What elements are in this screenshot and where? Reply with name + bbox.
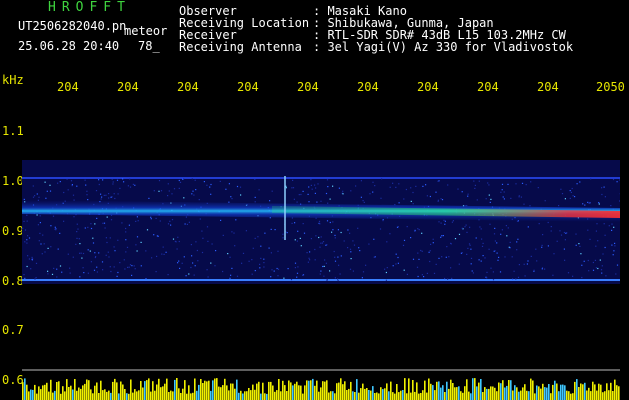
info-value-antenna: : 3el Yagi(V) Az 330 for Vladivostok (313, 40, 574, 54)
axis-unit: kHz (2, 73, 24, 87)
time-tick: 204 (177, 80, 199, 94)
spectrogram-waterfall (22, 160, 620, 400)
level-bars (22, 378, 620, 400)
mode-label: meteor (124, 24, 168, 38)
meteor-count: 78_ (138, 39, 160, 53)
file-name: UT2506282040.pn (18, 19, 127, 33)
freq-tick: 1.1 (2, 124, 24, 138)
time-tick: 204 (57, 80, 79, 94)
time-tick: 204 (537, 80, 559, 94)
info-label-antenna: Receiving Antenna (179, 40, 302, 54)
date-time: 25.06.28 20:40 (18, 39, 120, 53)
freq-tick: 0.8 (2, 274, 24, 288)
freq-tick: 1.0 (2, 174, 24, 188)
time-tick: 2050 (596, 80, 625, 94)
freq-tick: 0.6 (2, 373, 24, 387)
time-tick: 204 (357, 80, 379, 94)
time-tick: 204 (417, 80, 439, 94)
time-tick: 204 (117, 80, 139, 94)
time-tick: 204 (237, 80, 259, 94)
time-tick: 204 (477, 80, 499, 94)
app-brand: HROFFT (48, 0, 131, 15)
freq-tick: 0.7 (2, 323, 24, 337)
freq-tick: 0.9 (2, 224, 24, 238)
time-tick: 204 (297, 80, 319, 94)
